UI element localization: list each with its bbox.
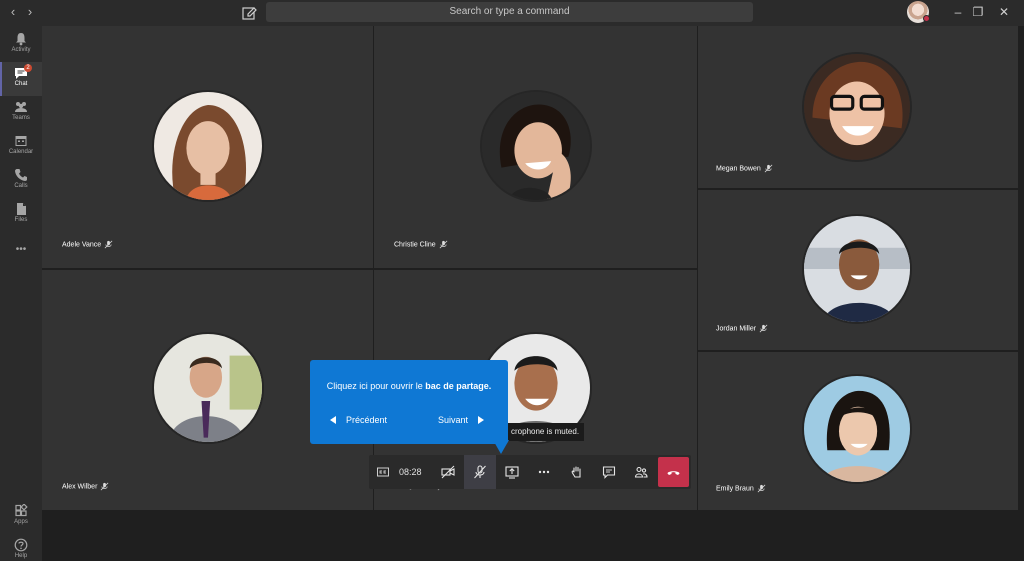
rail-label: Calendar: [8, 149, 34, 155]
chat-panel-button[interactable]: [593, 455, 625, 489]
participant-tile[interactable]: Jordan Miller: [698, 190, 1018, 350]
previous-label: Précédent: [346, 415, 388, 425]
share-tray-tooltip: Cliquez ici pour ouvrir le bac de partag…: [310, 360, 508, 444]
rail-item-help[interactable]: Help: [0, 534, 42, 561]
participant-name-row: Emily Braun: [716, 484, 766, 493]
participant-avatar: [802, 214, 912, 324]
more-icon: •••: [15, 244, 27, 255]
participant-name-row: Megan Bowen: [716, 164, 773, 173]
mic-off-icon: [439, 240, 448, 249]
unread-badge: 2: [24, 64, 32, 72]
rail-item-activity[interactable]: Activity: [0, 28, 42, 62]
rail-label: Apps: [14, 519, 28, 525]
mic-toggle-button[interactable]: [464, 455, 496, 489]
tooltip-text-prefix: Cliquez ici pour ouvrir le: [326, 381, 426, 391]
search-input[interactable]: Search or type a command: [266, 2, 753, 22]
participant-name: Megan Bowen: [716, 165, 761, 173]
rail-label: Activity: [11, 47, 31, 53]
forward-arrow-icon[interactable]: ›: [22, 4, 38, 20]
apps-icon: [15, 504, 28, 517]
participant-avatar: [802, 374, 912, 484]
participant-name-row: Jordan Miller: [716, 324, 768, 333]
close-icon[interactable]: ✕: [996, 4, 1012, 20]
rail-label: Calls: [14, 183, 28, 189]
compose-icon[interactable]: [240, 4, 258, 22]
participant-name-row: Christie Cline: [394, 240, 448, 249]
rail-item-apps[interactable]: Apps: [0, 500, 42, 534]
chat-bubble-icon: [602, 466, 616, 479]
call-timer: 08:28: [399, 467, 422, 477]
share-screen-icon: [505, 466, 519, 479]
participant-avatar: [480, 90, 592, 202]
bell-icon: [16, 33, 26, 46]
participant-tile[interactable]: Adele Vance: [42, 26, 373, 268]
minimize-icon[interactable]: –: [950, 4, 966, 20]
rail-item-chat[interactable]: 2 Chat: [0, 62, 42, 96]
file-icon: [17, 203, 26, 215]
mic-off-icon: [104, 240, 113, 249]
participants-button[interactable]: [625, 455, 657, 489]
share-tray-button[interactable]: [496, 455, 528, 489]
app-rail: Activity 2 Chat Teams Calendar Calls Fil…: [0, 26, 42, 561]
participant-name: Emily Braun: [716, 485, 754, 493]
teams-window: ‹ › Search or type a command – ❐ ✕ Activ…: [0, 0, 1024, 561]
tooltip-previous-button[interactable]: Précédent: [330, 415, 387, 425]
next-label: Suivant: [438, 415, 469, 425]
mic-off-icon: [757, 484, 766, 493]
participant-avatar: [152, 332, 264, 444]
participant-name: Alex Wilber: [62, 483, 98, 491]
tooltip-pointer: [493, 440, 509, 454]
participant-tile[interactable]: Emily Braun: [698, 352, 1018, 510]
rail-item-more[interactable]: •••: [0, 238, 42, 272]
mic-off-icon: [474, 465, 486, 479]
rail-label: Files: [14, 217, 28, 223]
caret-right-icon: [478, 416, 485, 424]
raise-hand-button[interactable]: [561, 455, 593, 489]
tooltip-next-button[interactable]: Suivant: [438, 415, 485, 425]
back-arrow-icon[interactable]: ‹: [5, 4, 21, 20]
mic-off-icon: [101, 482, 109, 491]
participant-avatar: [152, 90, 264, 202]
rail-label: Teams: [12, 115, 30, 121]
tooltip-text-bold: bac de partage.: [425, 381, 492, 391]
calendar-icon: [15, 136, 27, 146]
participant-avatar: [802, 52, 912, 162]
phone-icon: [15, 169, 27, 181]
rail-item-teams[interactable]: Teams: [0, 96, 42, 130]
mic-muted-toast: crophone is muted.: [506, 423, 585, 441]
caret-left-icon: [330, 416, 336, 424]
mic-off-icon: [764, 164, 773, 173]
camera-toggle-button[interactable]: [432, 455, 464, 489]
participant-name: Jordan Miller: [716, 325, 757, 333]
mic-off-icon: [759, 324, 768, 333]
captions-button[interactable]: [371, 455, 395, 489]
participant-name-row: Alex Wilber: [62, 482, 109, 491]
restore-icon[interactable]: ❐: [970, 4, 986, 20]
participant-name: Adele Vance: [62, 241, 102, 249]
status-dot: [923, 15, 930, 22]
participant-name-row: Adele Vance: [62, 240, 113, 249]
rail-item-calendar[interactable]: Calendar: [0, 130, 42, 164]
participant-tile[interactable]: Megan Bowen: [698, 26, 1018, 188]
participant-tile[interactable]: Christie Cline: [374, 26, 697, 268]
hang-up-button[interactable]: [658, 457, 689, 487]
captions-icon: [377, 467, 389, 477]
call-controls: 08:28: [369, 455, 691, 489]
camera-off-icon: [441, 465, 455, 479]
participant-name: Christie Cline: [394, 241, 436, 249]
rail-label: Chat: [14, 81, 28, 87]
tooltip-text: Cliquez ici pour ouvrir le bac de partag…: [324, 380, 494, 393]
people-icon: [634, 466, 648, 478]
title-bar: ‹ › Search or type a command – ❐ ✕: [0, 0, 1024, 26]
teams-icon: [15, 102, 27, 112]
more-actions-button[interactable]: [528, 455, 560, 489]
rail-label: Help: [14, 553, 28, 559]
more-icon: [538, 470, 550, 474]
hang-up-icon: [667, 471, 680, 475]
rail-item-files[interactable]: Files: [0, 198, 42, 232]
help-icon: [14, 538, 28, 552]
hand-icon: [571, 466, 581, 478]
rail-item-calls[interactable]: Calls: [0, 164, 42, 198]
